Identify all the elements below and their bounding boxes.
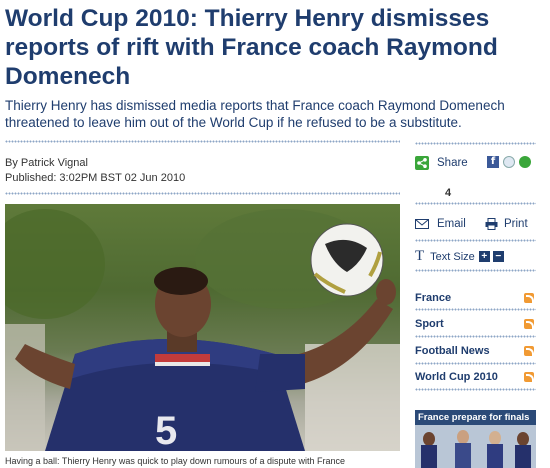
published-date: Published: 3:02PM BST 02 Jun 2010 <box>5 172 186 184</box>
rss-icon[interactable] <box>524 372 534 382</box>
text-size-icon: T <box>415 248 425 264</box>
promo-thumbnail <box>415 425 536 468</box>
dotted-divider <box>415 239 536 243</box>
rss-icon[interactable] <box>524 346 534 356</box>
dotted-divider <box>415 362 536 366</box>
article-photo: 5 <box>5 204 400 451</box>
dotted-divider <box>415 308 536 312</box>
share-count: 4 <box>445 187 452 199</box>
topic-label: Sport <box>415 318 444 330</box>
author-byline: By Patrick Vignal <box>5 157 88 169</box>
dotted-divider <box>5 192 400 196</box>
svg-text:5: 5 <box>155 409 177 451</box>
facebook-icon[interactable]: f <box>487 156 499 168</box>
topic-link-sport[interactable]: Sport <box>415 318 536 330</box>
topic-link-world-cup-2010[interactable]: World Cup 2010 <box>415 371 536 383</box>
promo-gallery[interactable]: France prepare for finals <box>415 410 536 468</box>
text-size-control: T Text Size + − <box>415 248 504 265</box>
email-link[interactable]: Email <box>415 218 466 230</box>
article-photo-illustration: 5 <box>5 209 400 451</box>
social-icons: f <box>487 156 531 168</box>
print-label: Print <box>504 218 528 230</box>
text-size-increase-button[interactable]: + <box>478 251 490 262</box>
dotted-divider <box>415 335 536 339</box>
rss-icon[interactable] <box>524 319 534 329</box>
print-link[interactable]: Print <box>485 218 528 230</box>
dotted-divider <box>415 142 536 146</box>
dotted-divider <box>415 269 536 273</box>
dotted-divider <box>415 202 536 206</box>
topic-link-france[interactable]: France <box>415 292 536 304</box>
topic-label: France <box>415 292 452 304</box>
dotted-divider <box>5 140 400 144</box>
rss-icon[interactable] <box>524 293 534 303</box>
text-size-label: Text Size <box>430 250 475 263</box>
text-size-decrease-button[interactable]: − <box>492 251 504 262</box>
print-icon <box>485 218 498 230</box>
share-button[interactable]: Share <box>415 156 468 170</box>
topic-label: World Cup 2010 <box>415 371 498 383</box>
reddit-icon[interactable] <box>503 156 515 168</box>
article-standfirst: Thierry Henry has dismissed media report… <box>5 98 505 130</box>
byline-block: By Patrick Vignal Published: 3:02PM BST … <box>5 156 185 186</box>
email-icon <box>415 219 429 229</box>
share-label: Share <box>437 157 468 169</box>
article-headline: World Cup 2010: Thierry Henry dismisses … <box>5 5 498 90</box>
photo-caption: Having a ball: Thierry Henry was quick t… <box>5 456 345 466</box>
email-label: Email <box>437 218 466 230</box>
topic-link-football-news[interactable]: Football News <box>415 345 536 357</box>
stumbleupon-icon[interactable] <box>519 156 531 168</box>
topic-label: Football News <box>415 345 490 357</box>
share-icon <box>415 156 429 170</box>
dotted-divider <box>415 388 536 392</box>
promo-title: France prepare for finals <box>415 410 536 425</box>
